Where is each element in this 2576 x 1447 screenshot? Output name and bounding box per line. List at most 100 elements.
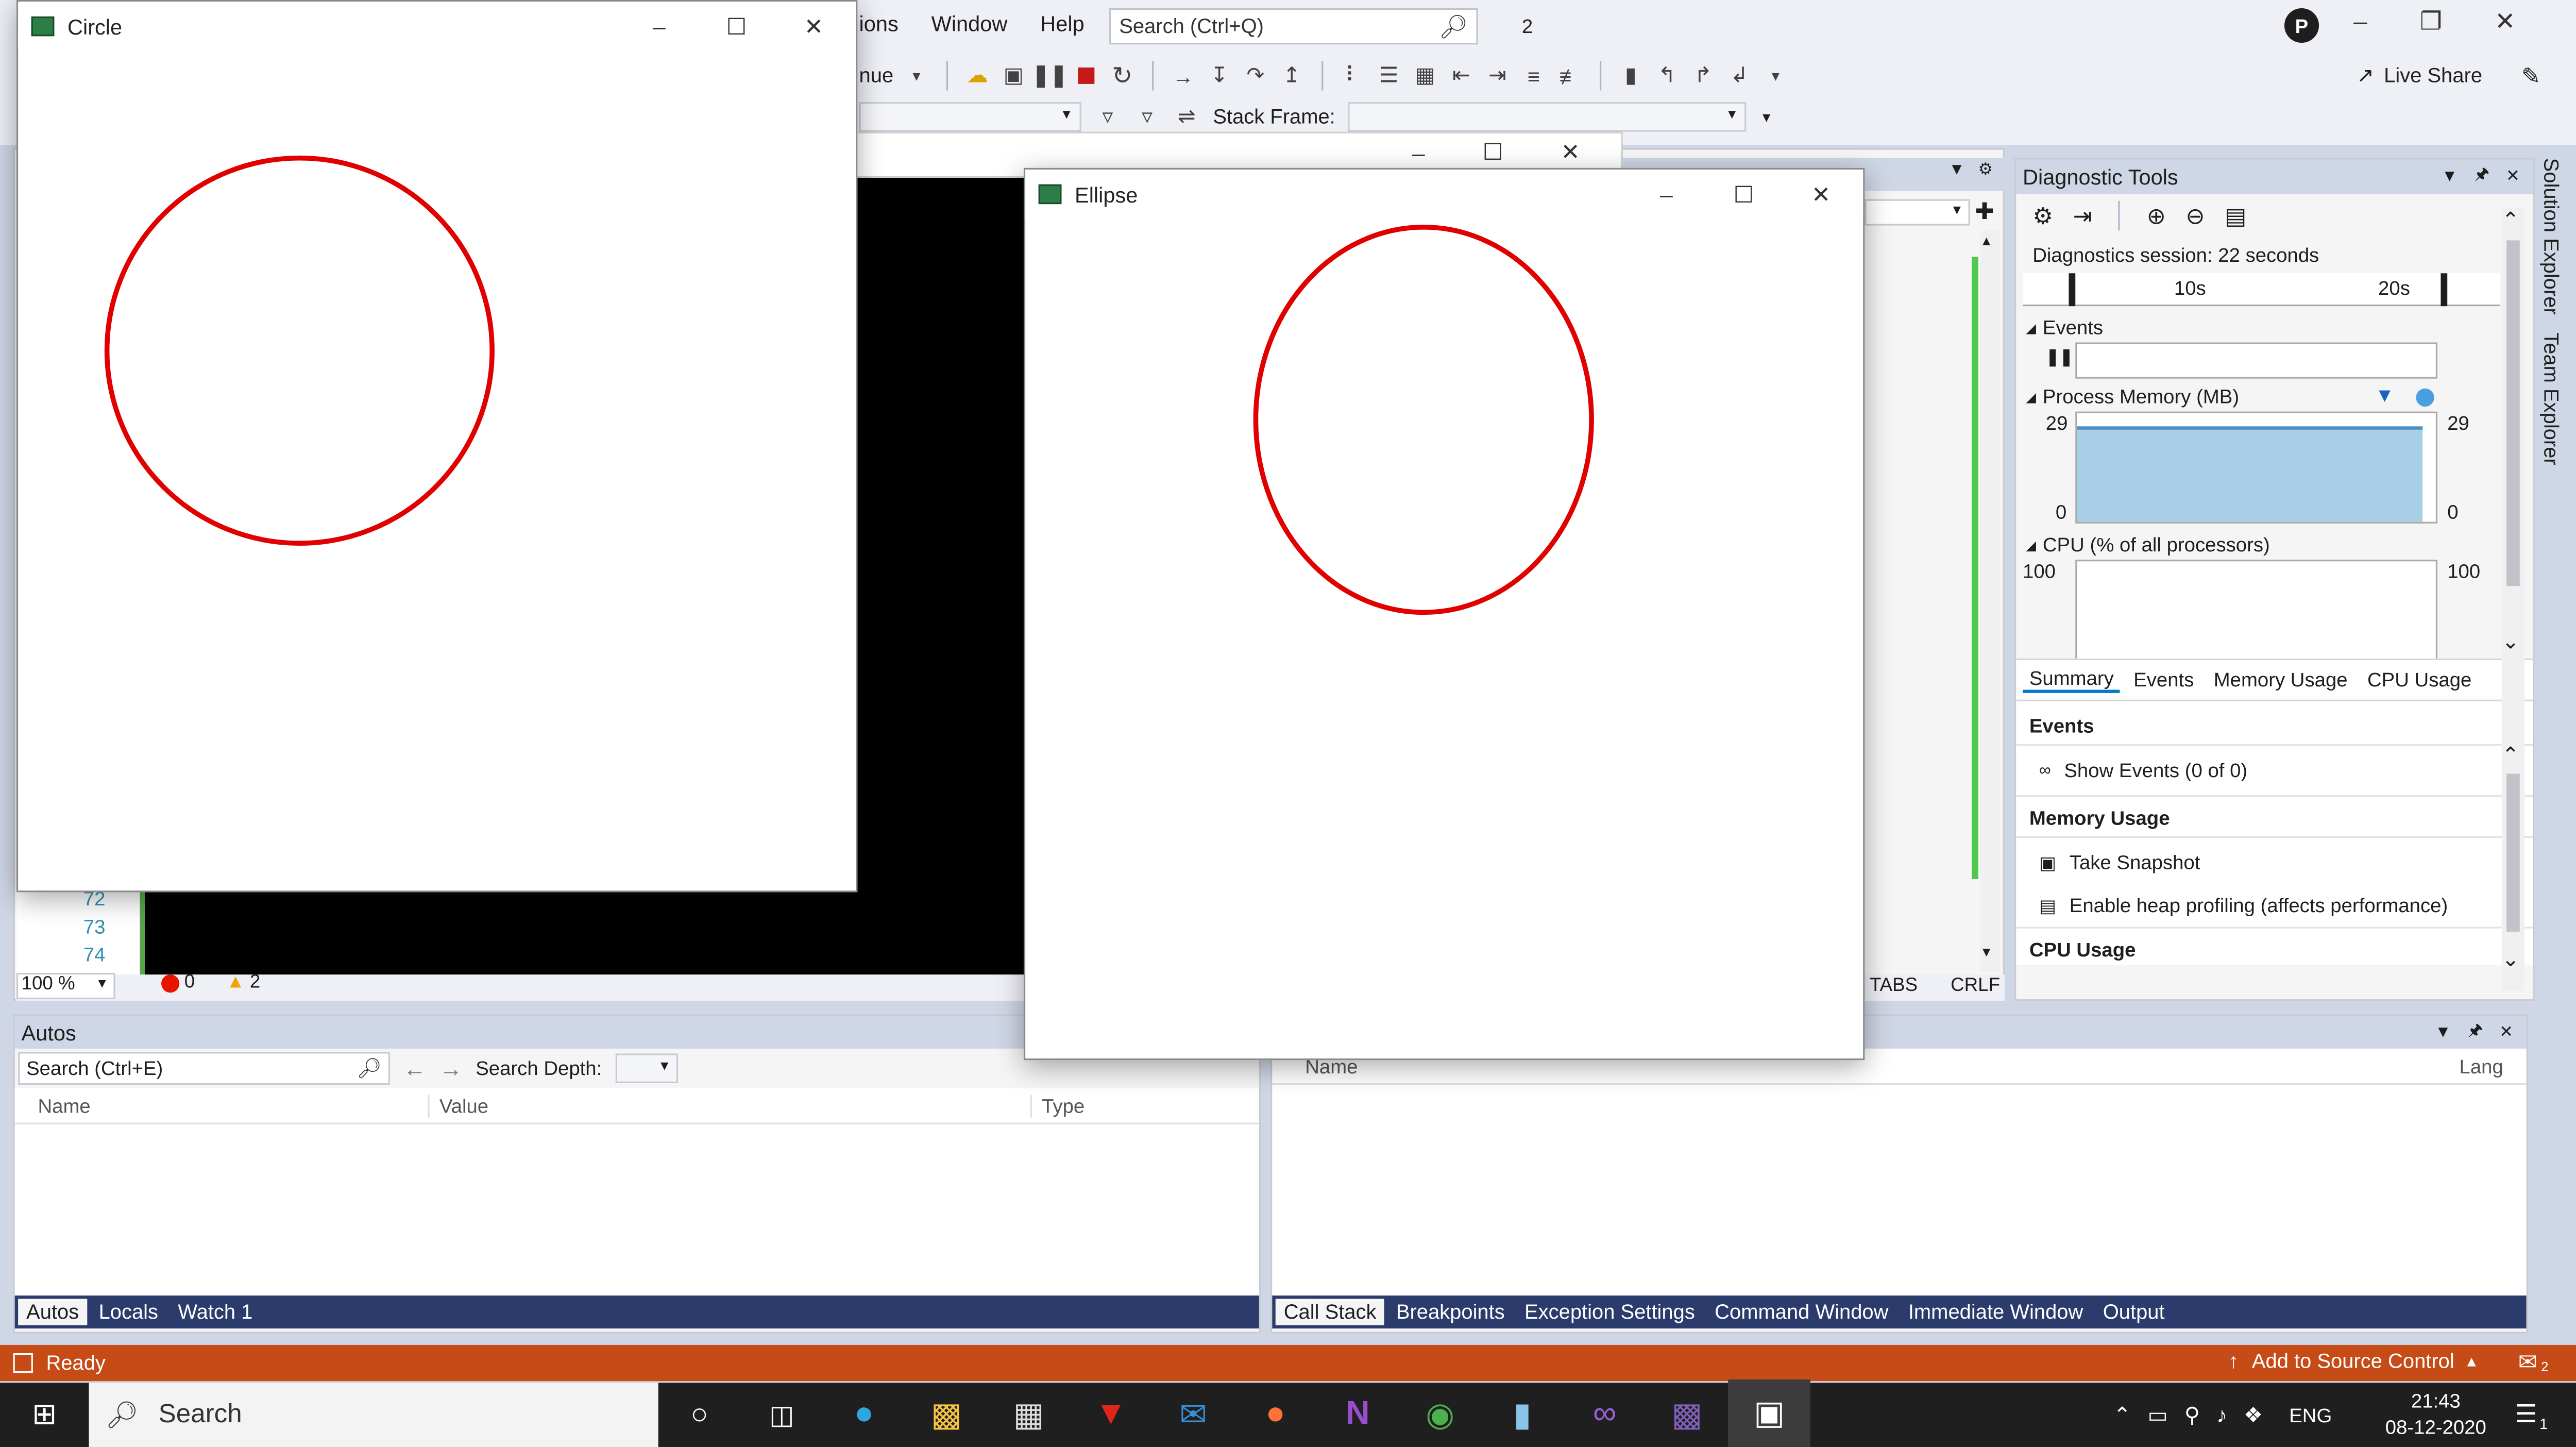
stack-frame-dropdown[interactable]: ▼ xyxy=(1348,102,1747,132)
team-explorer-tab[interactable]: Team Explorer xyxy=(2539,332,2563,465)
breakpoint-window-icon[interactable]: ▦ xyxy=(1412,62,1438,89)
feedback-icon[interactable]: ✎ xyxy=(2521,62,2540,90)
tabs-indicator[interactable]: TABS xyxy=(1870,976,1918,996)
back-arrow-icon[interactable]: ← xyxy=(403,1055,427,1082)
zoom-dropdown[interactable]: 100 % ▼ xyxy=(16,972,115,1000)
minimize-icon[interactable]: – xyxy=(1628,170,1705,219)
line-ending-indicator[interactable]: CRLF xyxy=(1951,976,2000,996)
notification-bell-icon[interactable]: ✉ xyxy=(2518,1348,2537,1376)
step-into-icon[interactable]: ↧ xyxy=(1206,62,1232,89)
outdent-icon[interactable]: ⇥ xyxy=(1484,62,1511,89)
chevron-down-icon[interactable]: ▼ xyxy=(2442,168,2458,186)
firefox-icon[interactable]: ● xyxy=(1234,1378,1317,1447)
pause-icon[interactable]: ❚❚ xyxy=(2046,349,2074,367)
cpu-section[interactable]: ◢ CPU (% of all processors) xyxy=(2016,533,2533,557)
scroll-up-icon[interactable]: ▲ xyxy=(1980,234,1993,249)
store-icon[interactable]: ▦ xyxy=(988,1378,1070,1447)
close-icon[interactable]: ✕ xyxy=(2499,1023,2513,1041)
close-icon[interactable]: ✕ xyxy=(2506,168,2520,186)
diagnostic-scrollbar[interactable] xyxy=(2501,207,2525,991)
timeline-right-handle[interactable] xyxy=(2441,273,2448,307)
prev-bookmark-icon[interactable]: ↰ xyxy=(1654,62,1680,89)
tab-exception-settings[interactable]: Exception Settings xyxy=(1516,1299,1703,1325)
task-view-icon[interactable]: ◫ xyxy=(741,1378,823,1447)
chevron-down-icon[interactable]: ▼ xyxy=(903,62,929,89)
tab-autos[interactable]: Autos xyxy=(18,1299,88,1325)
search-depth-dropdown[interactable]: ▼ xyxy=(615,1053,678,1083)
solution-explorer-tab[interactable]: Solution Explorer xyxy=(2539,158,2563,315)
tab-call-stack[interactable]: Call Stack xyxy=(1275,1299,1385,1325)
close-icon[interactable]: ✕ xyxy=(2495,7,2515,36)
clear-bookmarks-icon[interactable]: ↲ xyxy=(1726,62,1753,89)
source-control-button[interactable]: ↑ Add to Source Control ▲ xyxy=(2228,1350,2479,1373)
tab-watch1[interactable]: Watch 1 xyxy=(170,1299,261,1325)
network-icon[interactable]: ⚲ xyxy=(2184,1402,2200,1428)
chevron-down-icon[interactable]: ⌄ xyxy=(2502,947,2520,973)
clock[interactable]: 21:43 08-12-2020 xyxy=(2370,1388,2502,1440)
close-icon[interactable]: ✕ xyxy=(1561,138,1580,166)
scroll-down-icon[interactable]: ▼ xyxy=(1980,945,1993,960)
chevron-up-icon[interactable]: ⌃ xyxy=(2502,208,2520,234)
error-indicator[interactable]: 0 ▲ 2 xyxy=(161,973,260,992)
edge-icon[interactable]: ● xyxy=(823,1378,905,1447)
pin-icon[interactable]: 🖈︎ xyxy=(2474,163,2489,191)
onenote-icon[interactable]: N xyxy=(1317,1378,1399,1447)
step-out-icon[interactable]: ↥ xyxy=(1279,62,1305,89)
tab-events[interactable]: Events xyxy=(2127,668,2200,692)
heap-profiling-button[interactable]: ▤ Enable heap profiling (affects perform… xyxy=(2016,881,2533,929)
col-type[interactable]: Type xyxy=(1032,1094,1084,1117)
windows-start-icon[interactable]: ⊞ xyxy=(0,1378,89,1447)
thread-dropdown[interactable]: ▼ xyxy=(859,102,1081,132)
flag-threads-icon[interactable]: ⇌ xyxy=(1174,104,1200,130)
mail-icon[interactable]: ✉ xyxy=(1152,1378,1234,1447)
chevron-up-icon[interactable]: ⌃ xyxy=(2502,743,2520,769)
pin-icon[interactable]: 🖈︎ xyxy=(2468,1018,2483,1046)
zoom-in-icon[interactable]: ⊕ xyxy=(2147,201,2166,229)
cortana-icon[interactable]: ○ xyxy=(658,1378,741,1447)
chevron-down-icon[interactable]: ▼ xyxy=(2435,1023,2451,1041)
editor-scrollbar-track[interactable] xyxy=(1979,230,2000,971)
menu-window[interactable]: Window xyxy=(931,11,1008,36)
tab-immediate-window[interactable]: Immediate Window xyxy=(1900,1299,2092,1325)
tab-summary[interactable]: Summary xyxy=(2023,667,2121,693)
chrome-icon[interactable]: ◉ xyxy=(1399,1378,1481,1447)
take-snapshot-button[interactable]: ▣ Take Snapshot xyxy=(2016,838,2533,881)
gear-icon[interactable]: ⚙ xyxy=(2032,201,2053,229)
tab-locals[interactable]: Locals xyxy=(91,1299,166,1325)
battery-icon[interactable]: ▭ xyxy=(2148,1402,2168,1428)
show-next-statement-icon[interactable]: → xyxy=(1170,62,1196,89)
tab-command-window[interactable]: Command Window xyxy=(1706,1299,1896,1325)
taskbar-search-box[interactable]: 🔎︎ Search xyxy=(89,1383,658,1447)
col-value[interactable]: Value xyxy=(430,1093,1032,1117)
chevron-down-icon[interactable]: ⌄ xyxy=(2502,629,2520,655)
bookmark-icon[interactable]: ▮ xyxy=(1618,62,1644,89)
restart-icon[interactable]: ↻ xyxy=(1109,62,1136,90)
visual-studio-icon[interactable]: ∞ xyxy=(1564,1378,1646,1447)
maximize-icon[interactable]: ☐ xyxy=(698,2,775,51)
maximize-icon[interactable]: ☐ xyxy=(1705,170,1783,219)
filter-clear-icon[interactable]: ▿ xyxy=(1134,104,1160,130)
menu-help[interactable]: Help xyxy=(1040,11,1084,36)
split-icon[interactable]: ✚ xyxy=(1975,197,1994,225)
minimize-icon[interactable]: – xyxy=(1412,139,1425,165)
tab-cpu-usage[interactable]: CPU Usage xyxy=(2361,668,2478,692)
minimize-icon[interactable]: – xyxy=(620,2,698,51)
notification-badge[interactable]: 2 xyxy=(1511,10,1544,43)
pause-icon[interactable]: ❚❚ xyxy=(1032,62,1068,89)
notes-icon[interactable]: ▮ xyxy=(1481,1378,1564,1447)
mcafee-icon[interactable]: ▼ xyxy=(1070,1378,1152,1447)
file-explorer-icon[interactable]: ▩ xyxy=(905,1378,988,1447)
next-bookmark-icon[interactable]: ↱ xyxy=(1690,62,1716,89)
memory-section[interactable]: ◢ Process Memory (MB) ▼ xyxy=(2016,382,2533,408)
toolbar-overflow-icon[interactable]: ▼ xyxy=(1760,109,1773,124)
col-lang[interactable]: Lang xyxy=(2460,1054,2503,1078)
uncomment-icon[interactable]: ≢ xyxy=(1557,62,1583,89)
step-over-icon[interactable]: ↷ xyxy=(1242,62,1268,89)
chevron-down-icon[interactable]: ▼ xyxy=(1948,161,1965,179)
dropbox-icon[interactable]: ❖ xyxy=(2244,1402,2263,1428)
maximize-icon[interactable]: ☐ xyxy=(1483,138,1503,166)
stop-icon[interactable] xyxy=(1073,62,1099,89)
navbar-dropdown[interactable]: ▼ xyxy=(1865,199,1970,226)
running-app-icon[interactable]: ▣ xyxy=(1728,1378,1810,1447)
events-section[interactable]: ◢ Events xyxy=(2016,306,2533,339)
